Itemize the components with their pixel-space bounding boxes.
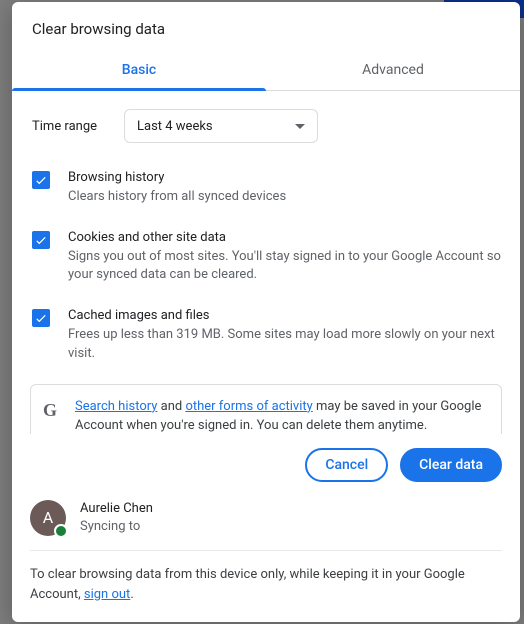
check-icon [34, 311, 48, 325]
chevron-down-icon [295, 124, 305, 129]
tabs: Basic Advanced [12, 52, 520, 91]
dialog-scroll-area[interactable]: Time range Last 4 weeks Browsing history… [12, 91, 520, 434]
time-range-label: Time range [32, 119, 108, 134]
item-desc: Signs you out of most sites. You'll stay… [68, 248, 502, 286]
account-status: Syncing to [80, 518, 153, 536]
dialog-title: Clear browsing data [12, 2, 520, 52]
item-desc: Frees up less than 319 MB. Some sites ma… [68, 326, 502, 364]
tab-basic[interactable]: Basic [12, 52, 266, 90]
avatar: A [30, 500, 66, 536]
account-name: Aurelie Chen [80, 500, 153, 518]
other-activity-link[interactable]: other forms of activity [185, 399, 312, 414]
item-title: Cookies and other site data [68, 229, 502, 248]
item-title: Browsing history [68, 169, 286, 188]
sign-out-link[interactable]: sign out [84, 587, 130, 602]
time-range-value: Last 4 weeks [137, 119, 213, 134]
checkbox-cache[interactable] [32, 309, 50, 327]
item-desc: Clears history from all synced devices [68, 188, 286, 207]
item-cookies: Cookies and other site data Signs you ou… [32, 213, 508, 292]
check-icon [34, 233, 48, 247]
check-icon [34, 173, 48, 187]
clear-data-button[interactable]: Clear data [400, 448, 502, 482]
checkbox-cookies[interactable] [32, 231, 50, 249]
tab-advanced[interactable]: Advanced [266, 52, 520, 90]
cancel-button[interactable]: Cancel [305, 448, 388, 482]
search-history-link[interactable]: Search history [75, 399, 157, 414]
signout-note: To clear browsing data from this device … [12, 551, 520, 622]
item-cache: Cached images and files Frees up less th… [32, 291, 508, 370]
item-title: Cached images and files [68, 307, 502, 326]
time-range-select[interactable]: Last 4 weeks [124, 109, 318, 143]
item-browsing-history: Browsing history Clears history from all… [32, 153, 508, 213]
sync-badge-icon [54, 524, 68, 538]
google-info-box: G Search history and other forms of acti… [30, 384, 502, 434]
dialog-footer: Cancel Clear data [12, 434, 520, 492]
google-icon: G [43, 397, 57, 424]
clear-browsing-data-dialog: Clear browsing data Basic Advanced Time … [12, 2, 520, 622]
checkbox-browsing-history[interactable] [32, 171, 50, 189]
account-row: A Aurelie Chen Syncing to [12, 492, 520, 550]
